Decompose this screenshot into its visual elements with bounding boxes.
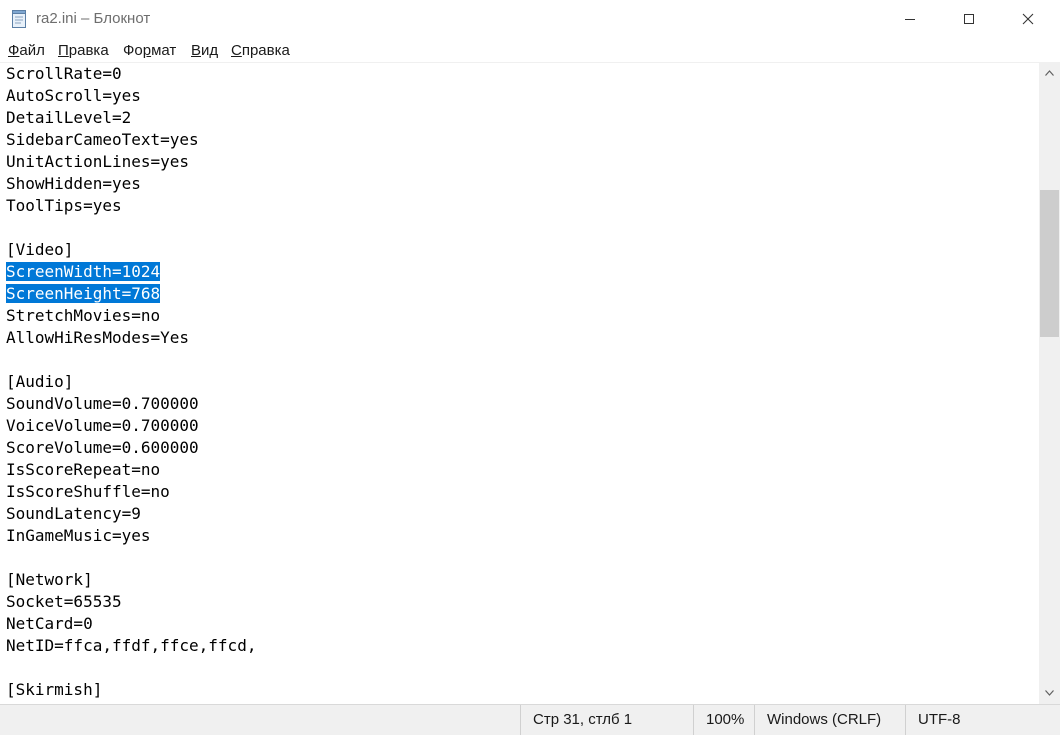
text-line: SoundVolume=0.700000	[6, 393, 256, 415]
text-line-content: ScreenWidth=1024	[6, 262, 161, 281]
menu-edit-label: равка	[68, 42, 109, 59]
text-line-content: VoiceVolume=0.700000	[6, 416, 199, 435]
text-line-content: [Skirmish]	[6, 680, 103, 699]
menu-edit[interactable]: Правка	[58, 42, 109, 59]
editor-content: ScrollRate=0 AutoScroll=yes DetailLevel=2 S…	[6, 63, 256, 701]
text-line-content: [Audio]	[6, 372, 74, 391]
text-line: SidebarCameoText=yes	[6, 129, 256, 151]
notepad-icon	[12, 10, 26, 28]
text-line	[6, 547, 256, 569]
text-line: Socket=65535	[6, 591, 256, 613]
text-line: AllowHiResModes=Yes	[6, 327, 256, 349]
close-button[interactable]	[999, 0, 1057, 38]
window-title: ra2.ini – Блокнот	[36, 10, 151, 27]
text-line: [Network]	[6, 569, 256, 591]
text-line: VoiceVolume=0.700000	[6, 415, 256, 437]
text-editor[interactable]: ScrollRate=0 AutoScroll=yes DetailLevel=2 S…	[0, 62, 1039, 705]
text-line: NetID=ffca,ffdf,ffce,ffcd,	[6, 635, 256, 657]
menu-format-label: мат	[151, 42, 177, 59]
text-line-content: IsScoreRepeat=no	[6, 460, 161, 479]
menu-view[interactable]: Вид	[191, 42, 218, 59]
menu-file-accel: Ф	[8, 42, 20, 59]
text-line-content: AllowHiResModes=Yes	[6, 328, 190, 347]
text-line: IsScoreShuffle=no	[6, 481, 256, 503]
menu-view-accel: В	[191, 42, 202, 59]
text-line: ScreenWidth=1024	[6, 261, 256, 283]
menu-edit-accel: П	[58, 42, 69, 59]
text-line-content: SoundLatency=9	[6, 504, 141, 523]
text-line-content: ScoreVolume=0.600000	[6, 438, 199, 457]
minimize-button[interactable]	[881, 0, 939, 38]
text-line: StretchMovies=no	[6, 305, 256, 327]
scroll-up-button[interactable]	[1039, 62, 1060, 84]
text-line-content: NetCard=0	[6, 614, 93, 633]
text-line: ScreenHeight=768	[6, 283, 256, 305]
text-line-content: [Video]	[6, 240, 74, 259]
text-line-content: ScreenHeight=768	[6, 284, 161, 303]
text-line-content: IsScoreShuffle=no	[6, 482, 170, 501]
minimize-icon	[905, 19, 915, 20]
menu-view-label: ид	[201, 42, 219, 59]
text-line-content: InGameMusic=yes	[6, 526, 151, 545]
text-line-content: SoundVolume=0.700000	[6, 394, 199, 413]
text-line-content: SidebarCameoText=yes	[6, 130, 199, 149]
text-line	[6, 657, 256, 679]
text-line-content: ScrollRate=0	[6, 64, 122, 83]
text-line: UnitActionLines=yes	[6, 151, 256, 173]
status-position: Стр 31, стлб 1	[520, 705, 693, 735]
text-line: InGameMusic=yes	[6, 525, 256, 547]
scroll-down-button[interactable]	[1039, 682, 1060, 704]
menu-file-label: айл	[19, 42, 45, 59]
maximize-icon	[964, 14, 974, 24]
text-line-content: NetID=ffca,ffdf,ffce,ffcd,	[6, 636, 257, 655]
text-line: ToolTips=yes	[6, 195, 256, 217]
text-line: [Audio]	[6, 371, 256, 393]
menu-format[interactable]: Формат	[123, 42, 176, 59]
text-line: [Video]	[6, 239, 256, 261]
status-line-ending: Windows (CRLF)	[754, 705, 905, 735]
text-line-content: ToolTips=yes	[6, 196, 122, 215]
status-zoom: 100%	[693, 705, 754, 735]
vertical-scrollbar[interactable]	[1039, 62, 1060, 704]
maximize-button[interactable]	[940, 0, 998, 38]
text-line: DetailLevel=2	[6, 107, 256, 129]
text-line: IsScoreRepeat=no	[6, 459, 256, 481]
menu-bar: Файл Правка Формат Вид Справка	[0, 38, 1060, 62]
chevron-down-icon	[1045, 690, 1054, 696]
text-line: NetCard=0	[6, 613, 256, 635]
close-icon	[1022, 13, 1034, 25]
status-encoding: UTF-8	[905, 705, 1039, 735]
menu-format-accel: р	[142, 42, 152, 59]
text-line-content: DetailLevel=2	[6, 108, 132, 127]
text-line-content: ShowHidden=yes	[6, 174, 141, 193]
text-line	[6, 349, 256, 371]
text-line-content: Socket=65535	[6, 592, 122, 611]
text-line: ScoreVolume=0.600000	[6, 437, 256, 459]
text-line: ScrollRate=0	[6, 63, 256, 85]
menu-help-label: правка	[241, 42, 290, 59]
status-bar: Стр 31, стлб 1 100% Windows (CRLF) UTF-8	[0, 704, 1060, 735]
text-line-content: [Network]	[6, 570, 93, 589]
text-line-content: AutoScroll=yes	[6, 86, 141, 105]
menu-help-accel: С	[231, 42, 242, 59]
scroll-thumb[interactable]	[1040, 190, 1059, 337]
text-line-content: StretchMovies=no	[6, 306, 161, 325]
text-line: SoundLatency=9	[6, 503, 256, 525]
text-line: ShowHidden=yes	[6, 173, 256, 195]
menu-format-pre: Фо	[123, 42, 143, 59]
chevron-up-icon	[1045, 70, 1054, 76]
text-line-content: UnitActionLines=yes	[6, 152, 190, 171]
menu-file[interactable]: Файл	[8, 42, 45, 59]
title-bar: ra2.ini – Блокнот	[0, 0, 1060, 38]
text-line	[6, 217, 256, 239]
menu-help[interactable]: Справка	[231, 42, 290, 59]
text-line: AutoScroll=yes	[6, 85, 256, 107]
text-line: [Skirmish]	[6, 679, 256, 701]
